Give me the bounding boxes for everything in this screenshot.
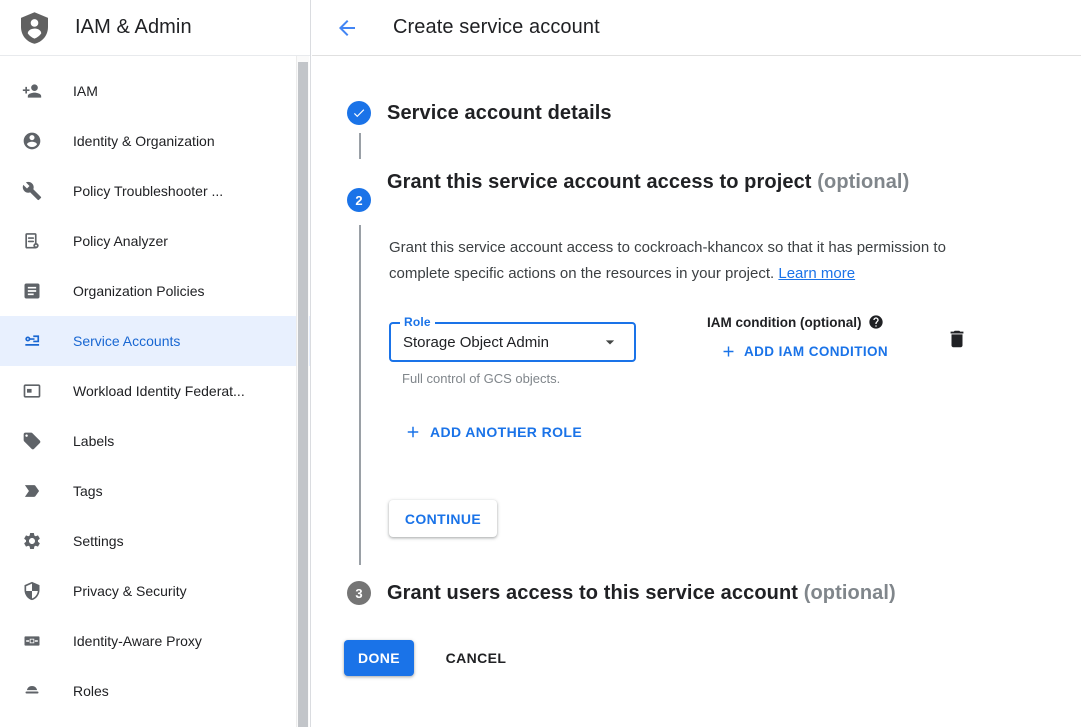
sidebar-item-settings[interactable]: Settings — [0, 516, 310, 566]
label-icon — [22, 431, 42, 451]
sidebar-item-label: Identity & Organization — [73, 133, 215, 149]
plus-icon — [404, 423, 422, 441]
sidebar-item-privacy-security[interactable]: Privacy & Security — [0, 566, 310, 616]
role-helper-text: Full control of GCS objects. — [402, 371, 560, 386]
hat-icon — [22, 681, 42, 701]
step2-description: Grant this service account access to coc… — [389, 235, 987, 286]
add-iam-condition-button[interactable]: ADD IAM CONDITION — [720, 343, 888, 360]
sidebar-item-roles[interactable]: Roles — [0, 666, 310, 716]
dropdown-arrow-icon — [600, 332, 620, 352]
sidebar-header: IAM & Admin — [0, 0, 310, 56]
sidebar-item-label: Organization Policies — [73, 283, 205, 299]
sidebar-item-label: Service Accounts — [73, 333, 180, 349]
role-select-value: Storage Object Admin — [403, 334, 600, 351]
delete-role-button[interactable] — [946, 328, 968, 350]
sidebar-item-workload-identity-federation[interactable]: Workload Identity Federat... — [0, 366, 310, 416]
policy-analyzer-icon — [22, 231, 42, 251]
sidebar-item-label: Privacy & Security — [73, 583, 187, 599]
trash-icon — [946, 328, 968, 350]
step-connector — [359, 133, 361, 159]
cancel-button[interactable]: CANCEL — [437, 640, 515, 676]
sidebar-item-label: IAM — [73, 83, 98, 99]
sidebar-item-label: Roles — [73, 683, 109, 699]
help-icon[interactable] — [868, 314, 884, 330]
iam-condition-row: IAM condition (optional) — [707, 314, 884, 330]
sidebar-item-label: Tags — [73, 483, 103, 499]
document-icon — [22, 281, 42, 301]
role-select-label: Role — [400, 315, 435, 329]
step3-circle: 3 — [347, 581, 371, 605]
sidebar-item-identity-organization[interactable]: Identity & Organization — [0, 116, 310, 166]
card-icon — [22, 381, 42, 401]
sidebar-item-iam[interactable]: IAM — [0, 66, 310, 116]
sidebar-item-label: Labels — [73, 433, 114, 449]
add-another-role-button[interactable]: ADD ANOTHER ROLE — [404, 423, 582, 441]
gear-icon — [22, 531, 42, 551]
iam-condition-label: IAM condition (optional) — [707, 315, 861, 330]
proxy-icon — [22, 631, 42, 651]
person-add-icon — [22, 81, 42, 101]
sidebar-nav: IAM Identity & Organization Policy Troub… — [0, 56, 310, 716]
step3-optional-label: (optional) — [804, 582, 896, 604]
sidebar-item-organization-policies[interactable]: Organization Policies — [0, 266, 310, 316]
account-circle-icon — [22, 131, 42, 151]
step1-title: Service account details — [387, 102, 612, 125]
sidebar-item-label: Policy Troubleshooter ... — [73, 183, 223, 199]
learn-more-link[interactable]: Learn more — [778, 265, 855, 282]
continue-button[interactable]: CONTINUE — [389, 500, 497, 537]
sidebar-item-labels[interactable]: Labels — [0, 416, 310, 466]
sidebar-item-tags[interactable]: Tags — [0, 466, 310, 516]
sidebar: IAM & Admin IAM Identity & Organization … — [0, 0, 311, 727]
service-account-key-icon — [22, 331, 42, 351]
step3-number: 3 — [355, 586, 362, 601]
sidebar-item-label: Policy Analyzer — [73, 233, 168, 249]
iam-admin-shield-icon — [21, 12, 48, 44]
step2-title-text: Grant this service account access to pro… — [387, 171, 812, 193]
check-icon — [352, 106, 366, 120]
sidebar-item-policy-analyzer[interactable]: Policy Analyzer — [0, 216, 310, 266]
shield-icon — [22, 581, 42, 601]
page-header: Create service account — [312, 0, 1081, 56]
step2-title: Grant this service account access to pro… — [387, 165, 935, 200]
sidebar-item-policy-troubleshooter[interactable]: Policy Troubleshooter ... — [0, 166, 310, 216]
wrench-icon — [22, 181, 42, 201]
add-iam-condition-label: ADD IAM CONDITION — [744, 344, 888, 359]
plus-icon — [720, 343, 737, 360]
back-arrow-icon[interactable] — [335, 16, 359, 40]
step3-title-text: Grant users access to this service accou… — [387, 582, 798, 604]
step3-title: Grant users access to this service accou… — [387, 582, 1077, 605]
main-content: Create service account Service account d… — [312, 0, 1081, 727]
step2-number: 2 — [355, 193, 362, 208]
step1-check-circle — [347, 101, 371, 125]
step2-optional-label: (optional) — [817, 171, 909, 193]
add-another-role-label: ADD ANOTHER ROLE — [430, 424, 582, 440]
step-connector — [359, 225, 361, 565]
sidebar-scrollbar-thumb[interactable] — [298, 62, 308, 727]
sidebar-item-label: Identity-Aware Proxy — [73, 633, 202, 649]
sidebar-item-label: Workload Identity Federat... — [73, 383, 245, 399]
sidebar-item-identity-aware-proxy[interactable]: Identity-Aware Proxy — [0, 616, 310, 666]
sidebar-item-service-accounts[interactable]: Service Accounts — [0, 316, 310, 366]
done-button[interactable]: DONE — [344, 640, 414, 676]
role-select[interactable]: Role Storage Object Admin — [389, 322, 636, 362]
sidebar-item-label: Settings — [73, 533, 124, 549]
tag-arrow-icon — [22, 481, 42, 501]
app-title: IAM & Admin — [75, 16, 192, 39]
step2-description-text: Grant this service account access to coc… — [389, 239, 946, 282]
step2-circle: 2 — [347, 188, 371, 212]
page-title: Create service account — [393, 16, 600, 39]
